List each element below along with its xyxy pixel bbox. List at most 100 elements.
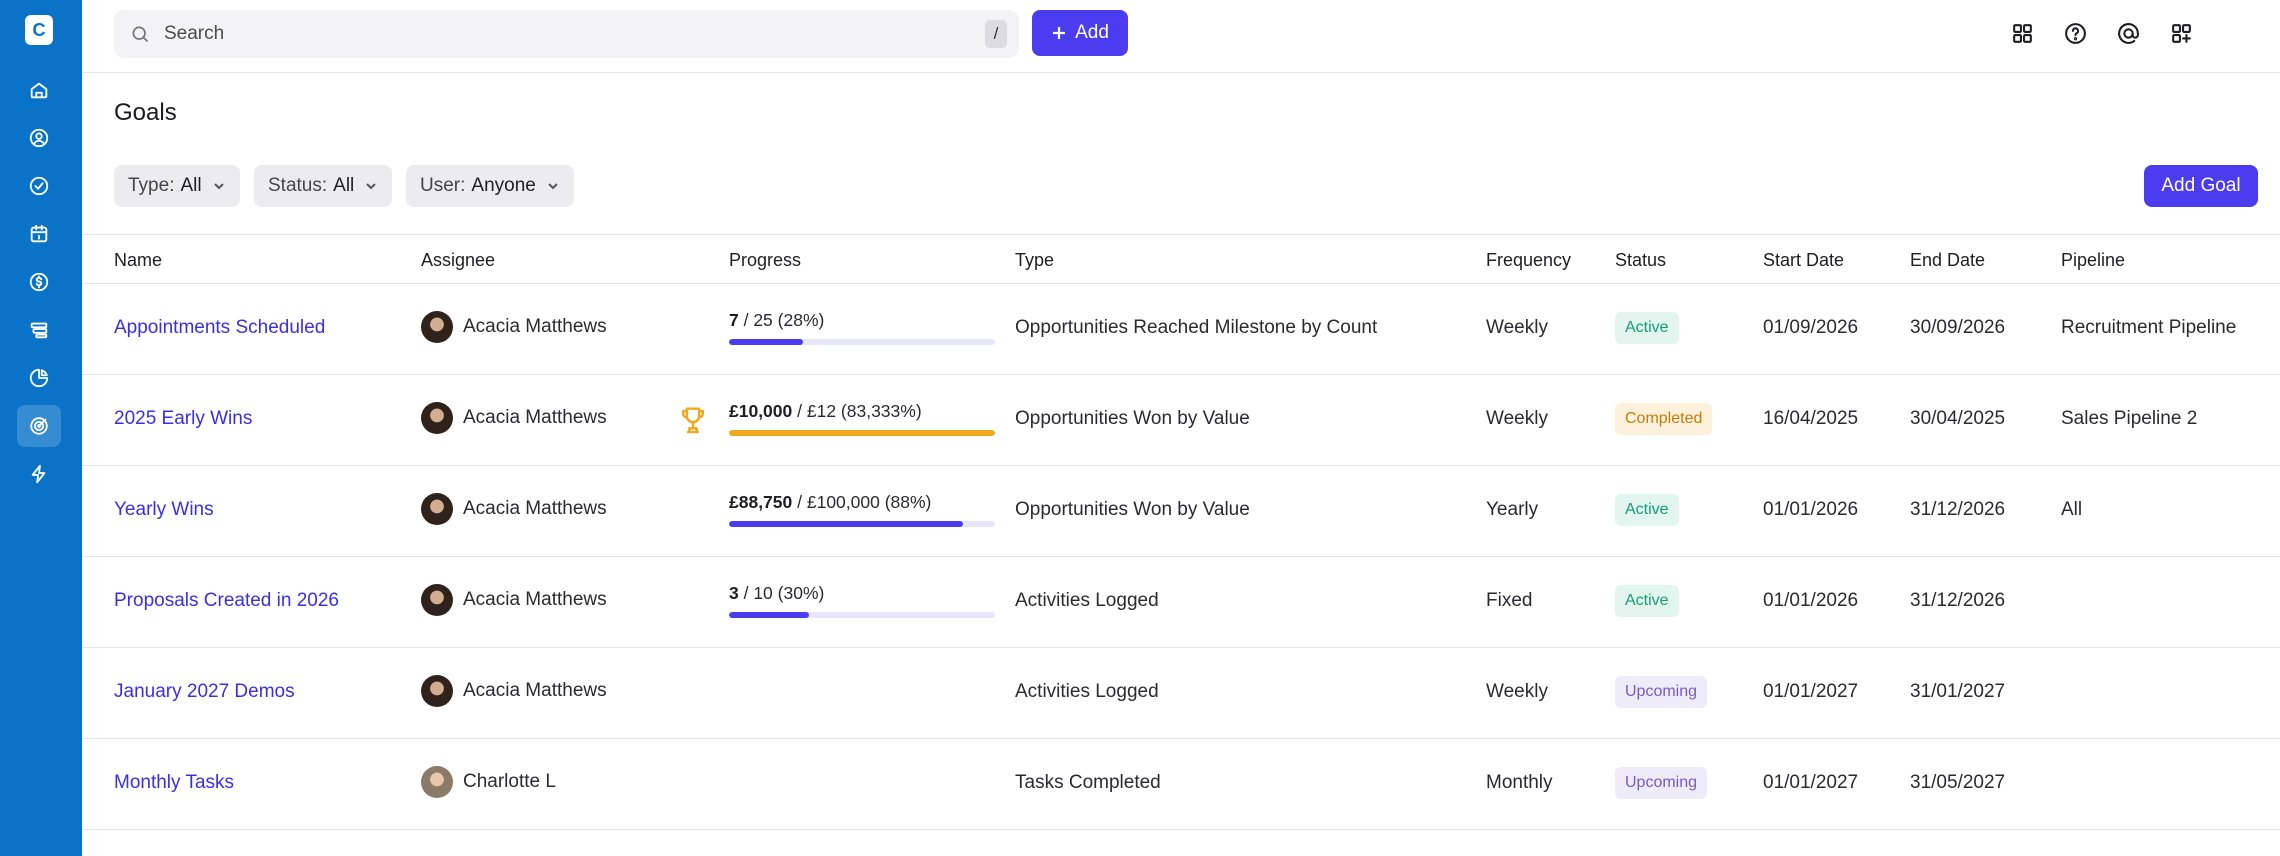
goal-name-link[interactable]: 2025 Early Wins <box>114 408 252 430</box>
reports-icon[interactable] <box>17 357 61 399</box>
search-shortcut-key: / <box>985 20 1007 48</box>
table-row[interactable]: Appointments Scheduled Acacia Matthews 7… <box>82 284 2280 375</box>
pipeline-icon[interactable] <box>17 309 61 351</box>
assignee: Acacia Matthews <box>421 402 607 434</box>
end-date: 31/05/2027 <box>1910 772 2006 793</box>
progress-current: £10,000 <box>729 401 793 421</box>
start-date: 01/09/2026 <box>1763 317 1859 338</box>
assignee: Acacia Matthews <box>421 584 607 616</box>
progress-bar-fill <box>729 521 964 527</box>
column-header-name[interactable]: Name <box>114 250 162 271</box>
goal-name-link[interactable]: Monthly Tasks <box>114 772 234 794</box>
calendar-icon[interactable] <box>17 213 61 255</box>
progress-text: £88,750 / £100,000 (88%) <box>729 492 995 513</box>
user-filter-value: Anyone <box>471 175 536 196</box>
tasks-icon[interactable] <box>17 165 61 207</box>
goal-type: Opportunities Won by Value <box>1015 408 1250 429</box>
progress-indicator: £88,750 / £100,000 (88%) <box>729 492 995 527</box>
progress-text: 7 / 25 (28%) <box>729 310 995 331</box>
table-row[interactable]: Monthly Tasks Charlotte L Tasks Complete… <box>82 739 2280 830</box>
progress-bar-fill <box>729 430 995 436</box>
add-goal-button[interactable]: Add Goal <box>2144 165 2258 207</box>
goal-frequency: Monthly <box>1486 772 1553 793</box>
assignee-name: Acacia Matthews <box>463 498 607 519</box>
assignee-name: Acacia Matthews <box>463 316 607 337</box>
goal-type: Activities Logged <box>1015 590 1159 611</box>
search-icon <box>130 24 150 49</box>
add-button[interactable]: Add <box>1032 10 1128 56</box>
progress-text: £10,000 / £12 (83,333%) <box>729 401 995 422</box>
progress-text: 3 / 10 (30%) <box>729 583 995 604</box>
goals-icon[interactable] <box>17 405 61 447</box>
assignee: Acacia Matthews <box>421 311 607 343</box>
goals-table: Name Assignee Progress Type Frequency St… <box>82 234 2280 830</box>
add-widget-icon[interactable] <box>2166 18 2196 48</box>
column-header-progress[interactable]: Progress <box>729 250 801 271</box>
progress-bar-fill <box>729 339 804 345</box>
progress-target: / £12 (83,333%) <box>792 401 922 421</box>
column-header-assignee[interactable]: Assignee <box>421 250 495 271</box>
home-icon[interactable] <box>17 69 61 111</box>
assignee: Acacia Matthews <box>421 675 607 707</box>
trophy-icon <box>678 405 708 442</box>
help-icon[interactable] <box>2060 18 2090 48</box>
avatar <box>421 493 453 525</box>
mentions-icon[interactable] <box>2113 18 2143 48</box>
plus-icon <box>1053 27 1066 39</box>
status-filter[interactable]: Status: All <box>254 165 393 207</box>
apps-grid-icon[interactable] <box>2007 18 2037 48</box>
assignee: Charlotte L <box>421 766 556 798</box>
assignee: Acacia Matthews <box>421 493 607 525</box>
progress-bar <box>729 430 995 436</box>
avatar <box>421 402 453 434</box>
status-badge: Upcoming <box>1615 676 1708 708</box>
user-filter[interactable]: User: Anyone <box>406 165 574 207</box>
goal-type: Activities Logged <box>1015 681 1159 702</box>
chevron-down-icon <box>548 183 558 190</box>
dollar-icon[interactable] <box>17 261 61 303</box>
column-header-start-date[interactable]: Start Date <box>1763 250 1844 271</box>
search-input[interactable]: Search / <box>114 10 1019 58</box>
type-filter[interactable]: Type: All <box>114 165 240 207</box>
end-date: 31/12/2026 <box>1910 499 2006 520</box>
start-date: 01/01/2026 <box>1763 590 1859 611</box>
end-date: 31/01/2027 <box>1910 681 2006 702</box>
progress-bar <box>729 521 995 527</box>
assignee-name: Acacia Matthews <box>463 680 607 701</box>
start-date: 16/04/2025 <box>1763 408 1859 429</box>
assignee-name: Acacia Matthews <box>463 407 607 428</box>
app-logo[interactable]: C <box>25 15 53 45</box>
progress-target: / £100,000 (88%) <box>792 492 932 512</box>
table-row[interactable]: Proposals Created in 2026 Acacia Matthew… <box>82 557 2280 648</box>
assignee-name: Charlotte L <box>463 771 556 792</box>
avatar <box>421 675 453 707</box>
contacts-icon[interactable] <box>17 117 61 159</box>
start-date: 01/01/2026 <box>1763 499 1859 520</box>
column-header-end-date[interactable]: End Date <box>1910 250 1985 271</box>
goal-frequency: Weekly <box>1486 408 1548 429</box>
column-header-type[interactable]: Type <box>1015 250 1054 271</box>
progress-bar <box>729 339 995 345</box>
column-header-frequency[interactable]: Frequency <box>1486 250 1571 271</box>
progress-bar <box>729 612 995 618</box>
add-button-label: Add <box>1075 22 1109 43</box>
automation-icon[interactable] <box>17 453 61 495</box>
avatar <box>421 766 453 798</box>
table-header: Name Assignee Progress Type Frequency St… <box>82 234 2280 284</box>
goal-name-link[interactable]: Proposals Created in 2026 <box>114 590 339 612</box>
pipeline: Sales Pipeline 2 <box>2061 408 2198 429</box>
column-header-pipeline[interactable]: Pipeline <box>2061 250 2125 271</box>
progress-target: / 10 (30%) <box>738 583 825 603</box>
table-row[interactable]: 2025 Early Wins Acacia Matthews £10,000 … <box>82 375 2280 466</box>
page-title: Goals <box>114 99 177 126</box>
goal-name-link[interactable]: January 2027 Demos <box>114 681 295 703</box>
table-row[interactable]: January 2027 Demos Acacia Matthews Activ… <box>82 648 2280 739</box>
sidebar: C <box>0 0 82 856</box>
type-filter-label: Type: <box>128 175 175 196</box>
goal-name-link[interactable]: Yearly Wins <box>114 499 214 521</box>
end-date: 31/12/2026 <box>1910 590 2006 611</box>
goal-name-link[interactable]: Appointments Scheduled <box>114 317 325 339</box>
status-badge: Upcoming <box>1615 767 1708 799</box>
table-row[interactable]: Yearly Wins Acacia Matthews £88,750 / £1… <box>82 466 2280 557</box>
column-header-status[interactable]: Status <box>1615 250 1666 271</box>
